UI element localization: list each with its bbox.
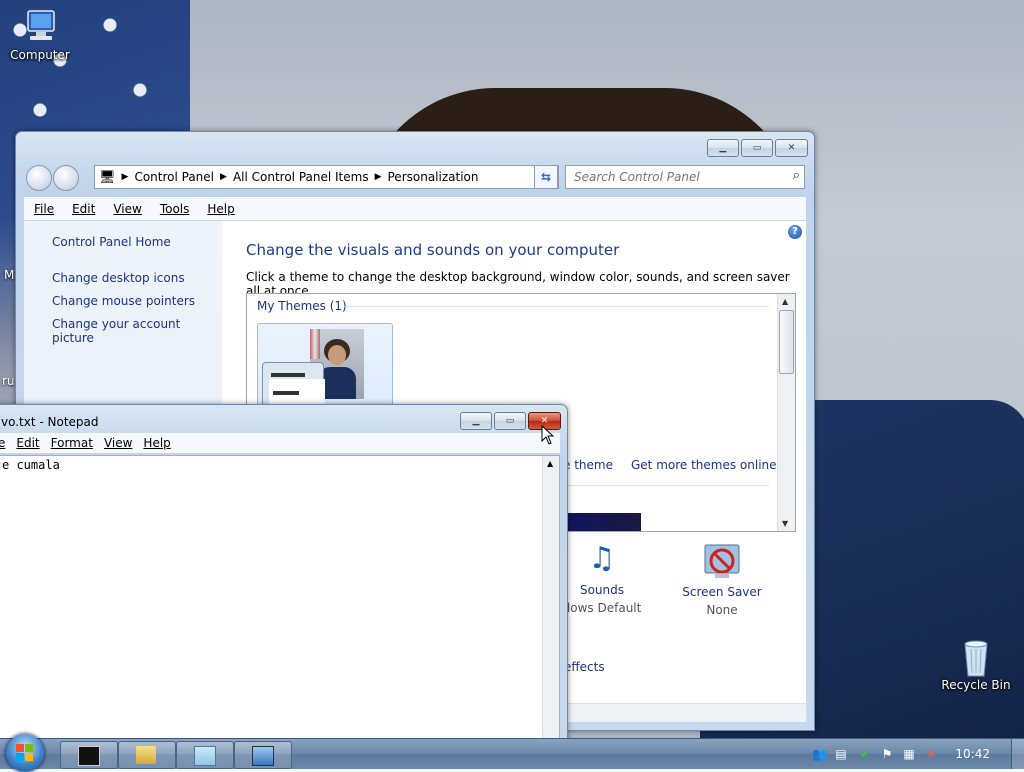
desktop-icon-label: Computer	[10, 48, 70, 62]
menu-format[interactable]: Format	[51, 436, 93, 450]
maximize-icon: ▭	[752, 143, 762, 153]
menu-tools[interactable]: Tools	[160, 202, 190, 216]
menu-edit[interactable]: Edit	[72, 202, 95, 216]
command-prompt-icon	[78, 746, 100, 766]
menu-help[interactable]: Help	[143, 436, 170, 450]
breadcrumb-separator-icon: ▶	[374, 172, 382, 182]
document-icon[interactable]: ▤	[834, 747, 848, 761]
maximize-button[interactable]: ▭	[741, 139, 773, 157]
menu-help[interactable]: Help	[207, 202, 234, 216]
screen-saver-icon	[662, 543, 782, 585]
show-desktop-button[interactable]	[1011, 739, 1024, 769]
menu-bar: File Edit View Tools Help	[24, 197, 806, 221]
action-center-flag-icon[interactable]: ⚑	[880, 747, 894, 761]
search-box[interactable]: ⌕	[565, 165, 805, 189]
help-icon[interactable]: ?	[788, 225, 802, 239]
breadcrumb-item[interactable]: All Control Panel Items	[233, 170, 369, 184]
menu-bar: e Edit Format View Help	[0, 433, 560, 453]
recycle-bin-icon	[958, 638, 994, 677]
notepad-icon	[194, 746, 216, 766]
theme-window-color-preview	[262, 362, 325, 410]
menu-file[interactable]: File	[34, 202, 54, 216]
desktop-icon-partial-label: M	[4, 268, 15, 282]
refresh-icon: ⇆	[540, 170, 552, 184]
theme-thumbnail-partial[interactable]	[567, 513, 641, 531]
scroll-down-icon[interactable]: ▼	[782, 519, 788, 528]
control-panel-home-link[interactable]: Control Panel Home	[52, 235, 171, 249]
window-title: vo.txt - Notepad	[1, 415, 99, 429]
computer-icon	[22, 8, 58, 44]
themes-scrollbar[interactable]: ▲ ▼	[777, 294, 795, 531]
breadcrumb-item[interactable]: Control Panel	[134, 170, 214, 184]
sound-effects-link[interactable]: effects	[564, 660, 605, 674]
text-editor[interactable]: e cumala ▲	[0, 455, 560, 745]
forward-button[interactable]	[53, 165, 79, 191]
menu-edit[interactable]: Edit	[16, 436, 39, 450]
scroll-up-icon[interactable]: ▲	[782, 297, 788, 306]
menu-file[interactable]: e	[0, 436, 5, 450]
menu-view[interactable]: View	[104, 436, 132, 450]
clock[interactable]: 10:42	[955, 747, 990, 761]
desktop-icon-computer[interactable]: Computer	[0, 8, 80, 62]
windows-logo-icon	[16, 744, 34, 762]
scroll-up-icon[interactable]: ▲	[547, 459, 553, 468]
change-account-picture-link[interactable]: Change your account picture	[52, 317, 222, 345]
search-icon[interactable]: ⌕	[793, 168, 800, 183]
close-button[interactable]: ✕	[775, 139, 808, 157]
control-panel-icon: 🖥	[99, 169, 116, 185]
my-themes-group-label: My Themes (1)	[257, 299, 347, 313]
screen-saver-value: None	[706, 603, 738, 617]
screen-saver-label: Screen Saver	[682, 585, 762, 599]
address-bar[interactable]: 🖥 ▶ Control Panel ▶ All Control Panel It…	[94, 165, 559, 189]
volume-muted-icon[interactable]: ✕	[924, 747, 938, 761]
folder-icon	[136, 746, 156, 764]
minimize-button[interactable]: ▁	[707, 139, 739, 157]
change-mouse-pointers-link[interactable]: Change mouse pointers	[52, 294, 195, 308]
breadcrumb-separator-icon: ▶	[121, 172, 129, 182]
notepad-window: vo.txt - Notepad ▁ ▭ ✕ e Edit Format Vie…	[0, 404, 568, 746]
taskbar-explorer[interactable]	[118, 741, 176, 769]
security-icon[interactable]: ✔	[858, 747, 872, 761]
menu-view[interactable]: View	[113, 202, 141, 216]
mouse-cursor-icon	[541, 425, 555, 445]
taskbar-notepad[interactable]	[176, 741, 234, 769]
editor-content[interactable]: e cumala	[2, 458, 60, 472]
minimize-icon: ▁	[472, 416, 480, 426]
page-title: Change the visuals and sounds on your co…	[246, 241, 620, 259]
minimize-button[interactable]: ▁	[460, 412, 492, 430]
save-theme-link[interactable]: e theme	[563, 458, 613, 472]
breadcrumb-separator-icon: ▶	[220, 172, 227, 182]
window-caption-buttons: ▁ ▭ ✕	[707, 139, 808, 157]
scroll-thumb[interactable]	[779, 310, 794, 374]
maximize-button[interactable]: ▭	[494, 412, 526, 430]
get-more-themes-link[interactable]: Get more themes online	[631, 458, 777, 472]
taskbar-control-panel[interactable]	[234, 741, 292, 769]
group-divider	[345, 306, 769, 307]
close-icon: ✕	[787, 143, 796, 153]
breadcrumb-item[interactable]: Personalization	[388, 170, 479, 184]
desktop-icon-label: Recycle Bin	[941, 678, 1011, 692]
desktop-icon-partial-label: ru	[2, 374, 15, 388]
system-tray: 👥 ▤ ✔ ⚑ ▦ ✕ 10:42	[784, 739, 1024, 769]
desktop-icon-recycle-bin[interactable]: Recycle Bin	[936, 638, 1016, 692]
minimize-icon: ▁	[719, 143, 727, 153]
maximize-icon: ▭	[505, 416, 515, 426]
start-button[interactable]	[6, 734, 44, 772]
control-panel-icon	[252, 746, 274, 766]
taskbar: 👥 ▤ ✔ ⚑ ▦ ✕ 10:42	[0, 734, 1024, 772]
refresh-button[interactable]: ⇆	[534, 165, 558, 189]
network-icon[interactable]: ▦	[902, 747, 916, 761]
taskbar-command-prompt[interactable]	[60, 741, 118, 769]
screen-saver-item[interactable]: Screen Saver None	[662, 543, 782, 617]
user-icon[interactable]: 👥	[812, 747, 827, 761]
editor-scrollbar[interactable]: ▲	[542, 456, 559, 744]
change-desktop-icons-link[interactable]: Change desktop icons	[52, 271, 185, 285]
navigation-bar: 🖥 ▶ Control Panel ▶ All Control Panel It…	[24, 164, 806, 191]
search-input[interactable]	[572, 166, 781, 188]
back-button[interactable]	[26, 165, 52, 191]
